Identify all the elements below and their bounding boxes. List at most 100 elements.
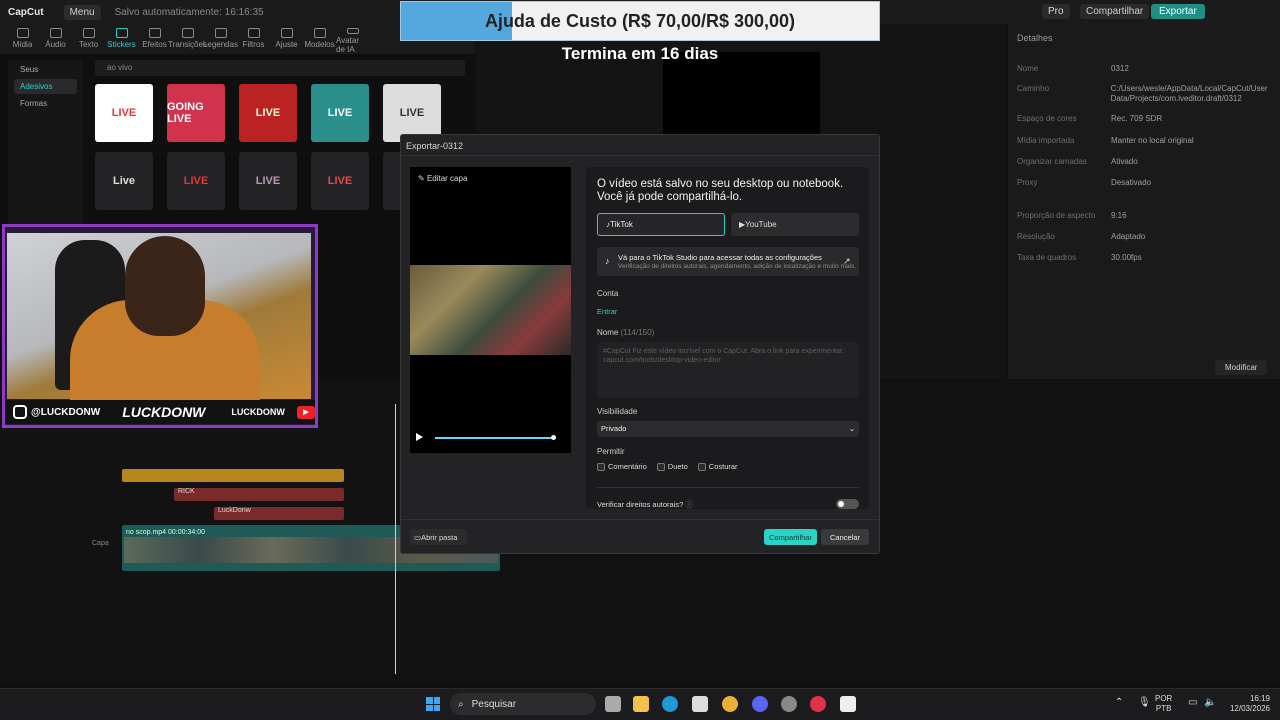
volume-icon[interactable]: 🔈 — [1204, 697, 1216, 708]
open-folder-button[interactable]: ▭ Abrir pasta — [410, 529, 467, 545]
name-input[interactable]: #CapCut Fiz este vídeo incrível com o Ca… — [597, 342, 859, 398]
chevron-down-icon: ⌄ — [848, 424, 855, 433]
category-shapes[interactable]: Formas — [14, 96, 77, 111]
tool-templates[interactable]: Modelos — [303, 24, 336, 54]
youtube-tab[interactable]: ▶ YouTube — [731, 213, 859, 236]
account-label: Conta — [597, 289, 619, 298]
webcam-nameplate: @LUCKDONW LUCKDONW LUCKDONW ▶ — [5, 400, 315, 424]
pro-button[interactable]: Pro — [1042, 4, 1070, 19]
video-clip-label: no scop.mp4 00:00:34:00 — [126, 529, 206, 536]
store-icon[interactable] — [692, 696, 708, 712]
modify-button[interactable]: Modificar — [1215, 360, 1268, 375]
detail-row: Proxy Desativado — [1017, 178, 1152, 187]
timeline-clip-text[interactable] — [122, 469, 344, 482]
chevron-up-icon[interactable]: ⌃ — [1115, 697, 1123, 708]
sticker-item[interactable]: LIVE — [95, 84, 153, 142]
avatar-icon — [346, 28, 359, 34]
sticker-item[interactable]: LIVE — [311, 84, 369, 142]
tool-adjust[interactable]: Ajuste — [270, 24, 303, 54]
tool-transitions[interactable]: Transições — [168, 24, 207, 54]
transitions-icon — [181, 28, 194, 38]
scrubber-handle[interactable] — [551, 435, 556, 440]
capcut-icon[interactable] — [840, 696, 856, 712]
saved-message: O vídeo está salvo no seu desktop ou not… — [597, 178, 844, 203]
detail-row: Mídia importada Manter no local original — [1017, 136, 1194, 145]
external-link-icon: ↗ — [843, 256, 851, 266]
tool-audio[interactable]: Áudio — [39, 24, 72, 54]
tiktok-icon: ♪ — [605, 256, 610, 266]
comment-checkbox[interactable]: Comentário — [597, 462, 647, 471]
tool-ai-avatar[interactable]: Avatar de IA — [336, 24, 369, 54]
sticker-item[interactable]: GOING LIVE — [167, 84, 225, 142]
help-icon[interactable]: ⓘ — [685, 500, 693, 509]
category-yours[interactable]: Seus — [14, 62, 77, 77]
file-explorer-icon[interactable] — [633, 696, 649, 712]
detail-row: Nome 0312 — [1017, 64, 1129, 73]
chrome-icon[interactable] — [722, 696, 738, 712]
studio-title: Vá para o TikTok Studio para acessar tod… — [618, 253, 822, 262]
detail-row: Resolução Adaptado — [1017, 232, 1146, 241]
edge-icon[interactable] — [662, 696, 678, 712]
preview-video[interactable] — [663, 52, 820, 134]
stitch-checkbox[interactable]: Costurar — [697, 462, 738, 471]
search-icon: ⌕ — [458, 698, 464, 710]
webcam-person-head — [125, 236, 205, 336]
tool-text[interactable]: Texto — [72, 24, 105, 54]
edit-cover-button[interactable]: ✎ Editar capa — [418, 174, 467, 183]
details-panel — [1008, 24, 1280, 379]
tool-media[interactable]: Mídia — [6, 24, 39, 54]
divider — [400, 519, 880, 520]
filters-icon — [247, 28, 260, 38]
text-icon — [82, 28, 95, 38]
scrubber-track[interactable] — [435, 437, 553, 439]
share-top-button[interactable]: Compartilhar — [1080, 4, 1150, 19]
export-button[interactable]: Exportar — [1151, 4, 1205, 19]
sticker-item[interactable]: LIVE — [239, 84, 297, 142]
donation-ends: Termina em 16 dias — [561, 44, 719, 63]
category-stickers[interactable]: Adesivos — [14, 79, 77, 94]
tool-stickers[interactable]: Stickers — [105, 24, 138, 54]
allow-label: Permitir — [597, 447, 625, 456]
login-link[interactable]: Entrar — [597, 307, 617, 316]
adjust-icon — [280, 28, 293, 38]
duet-checkbox[interactable]: Dueto — [656, 462, 688, 471]
sticker-grid: LIVE GOING LIVE LIVE LIVE LIVE Live LIVE… — [95, 84, 441, 210]
name-label: Nome (114/150) — [597, 328, 655, 337]
menu-button[interactable]: Menu — [63, 4, 101, 20]
thumbnail-frame — [410, 265, 571, 355]
sticker-item[interactable]: LIVE — [311, 152, 369, 210]
share-button[interactable]: Compartilhar — [764, 529, 817, 545]
app-icon[interactable] — [781, 696, 797, 712]
detail-row: Espaço de cores Rec. 709 SDR — [1017, 114, 1163, 123]
discord-icon[interactable] — [752, 696, 768, 712]
microphone-icon[interactable]: 🎙 — [1138, 697, 1151, 708]
visibility-select[interactable]: Privado ⌄ — [597, 421, 859, 437]
tool-filters[interactable]: Filtros — [237, 24, 270, 54]
clock[interactable]: 16:19 12/03/2026 — [1222, 694, 1270, 714]
media-icon — [16, 28, 29, 38]
taskbar-search[interactable]: ⌕ Pesquisar — [450, 693, 596, 715]
timeline-clip-sticker[interactable]: LuckDonw — [214, 507, 344, 520]
tool-effects[interactable]: Efeitos — [138, 24, 171, 54]
play-icon[interactable] — [416, 433, 423, 441]
sticker-item[interactable]: LIVE — [167, 152, 225, 210]
effects-icon — [148, 28, 161, 38]
opera-icon[interactable] — [810, 696, 826, 712]
cover-label[interactable]: Capa — [92, 540, 109, 547]
task-view-icon[interactable] — [605, 696, 621, 712]
timeline-clip-sticker[interactable]: RICK — [174, 488, 344, 501]
copyright-toggle[interactable] — [836, 499, 859, 509]
stickers-icon — [115, 28, 128, 38]
cancel-button[interactable]: Cancelar — [821, 529, 869, 545]
language-indicator[interactable]: POR PTB — [1155, 694, 1172, 714]
windows-start-icon[interactable] — [426, 697, 440, 711]
tiktok-tab[interactable]: ♪ TikTok — [597, 213, 725, 236]
tool-captions[interactable]: Legendas — [203, 24, 238, 54]
details-title: Detalhes — [1017, 33, 1053, 43]
network-icon[interactable]: ▭ — [1188, 697, 1197, 708]
sticker-item[interactable]: Live — [95, 152, 153, 210]
dialog-title: Exportar-0312 — [406, 141, 464, 151]
sticker-item[interactable]: LIVE — [239, 152, 297, 210]
playhead[interactable] — [395, 404, 396, 674]
sticker-search-input[interactable]: ao vivo — [95, 60, 465, 76]
